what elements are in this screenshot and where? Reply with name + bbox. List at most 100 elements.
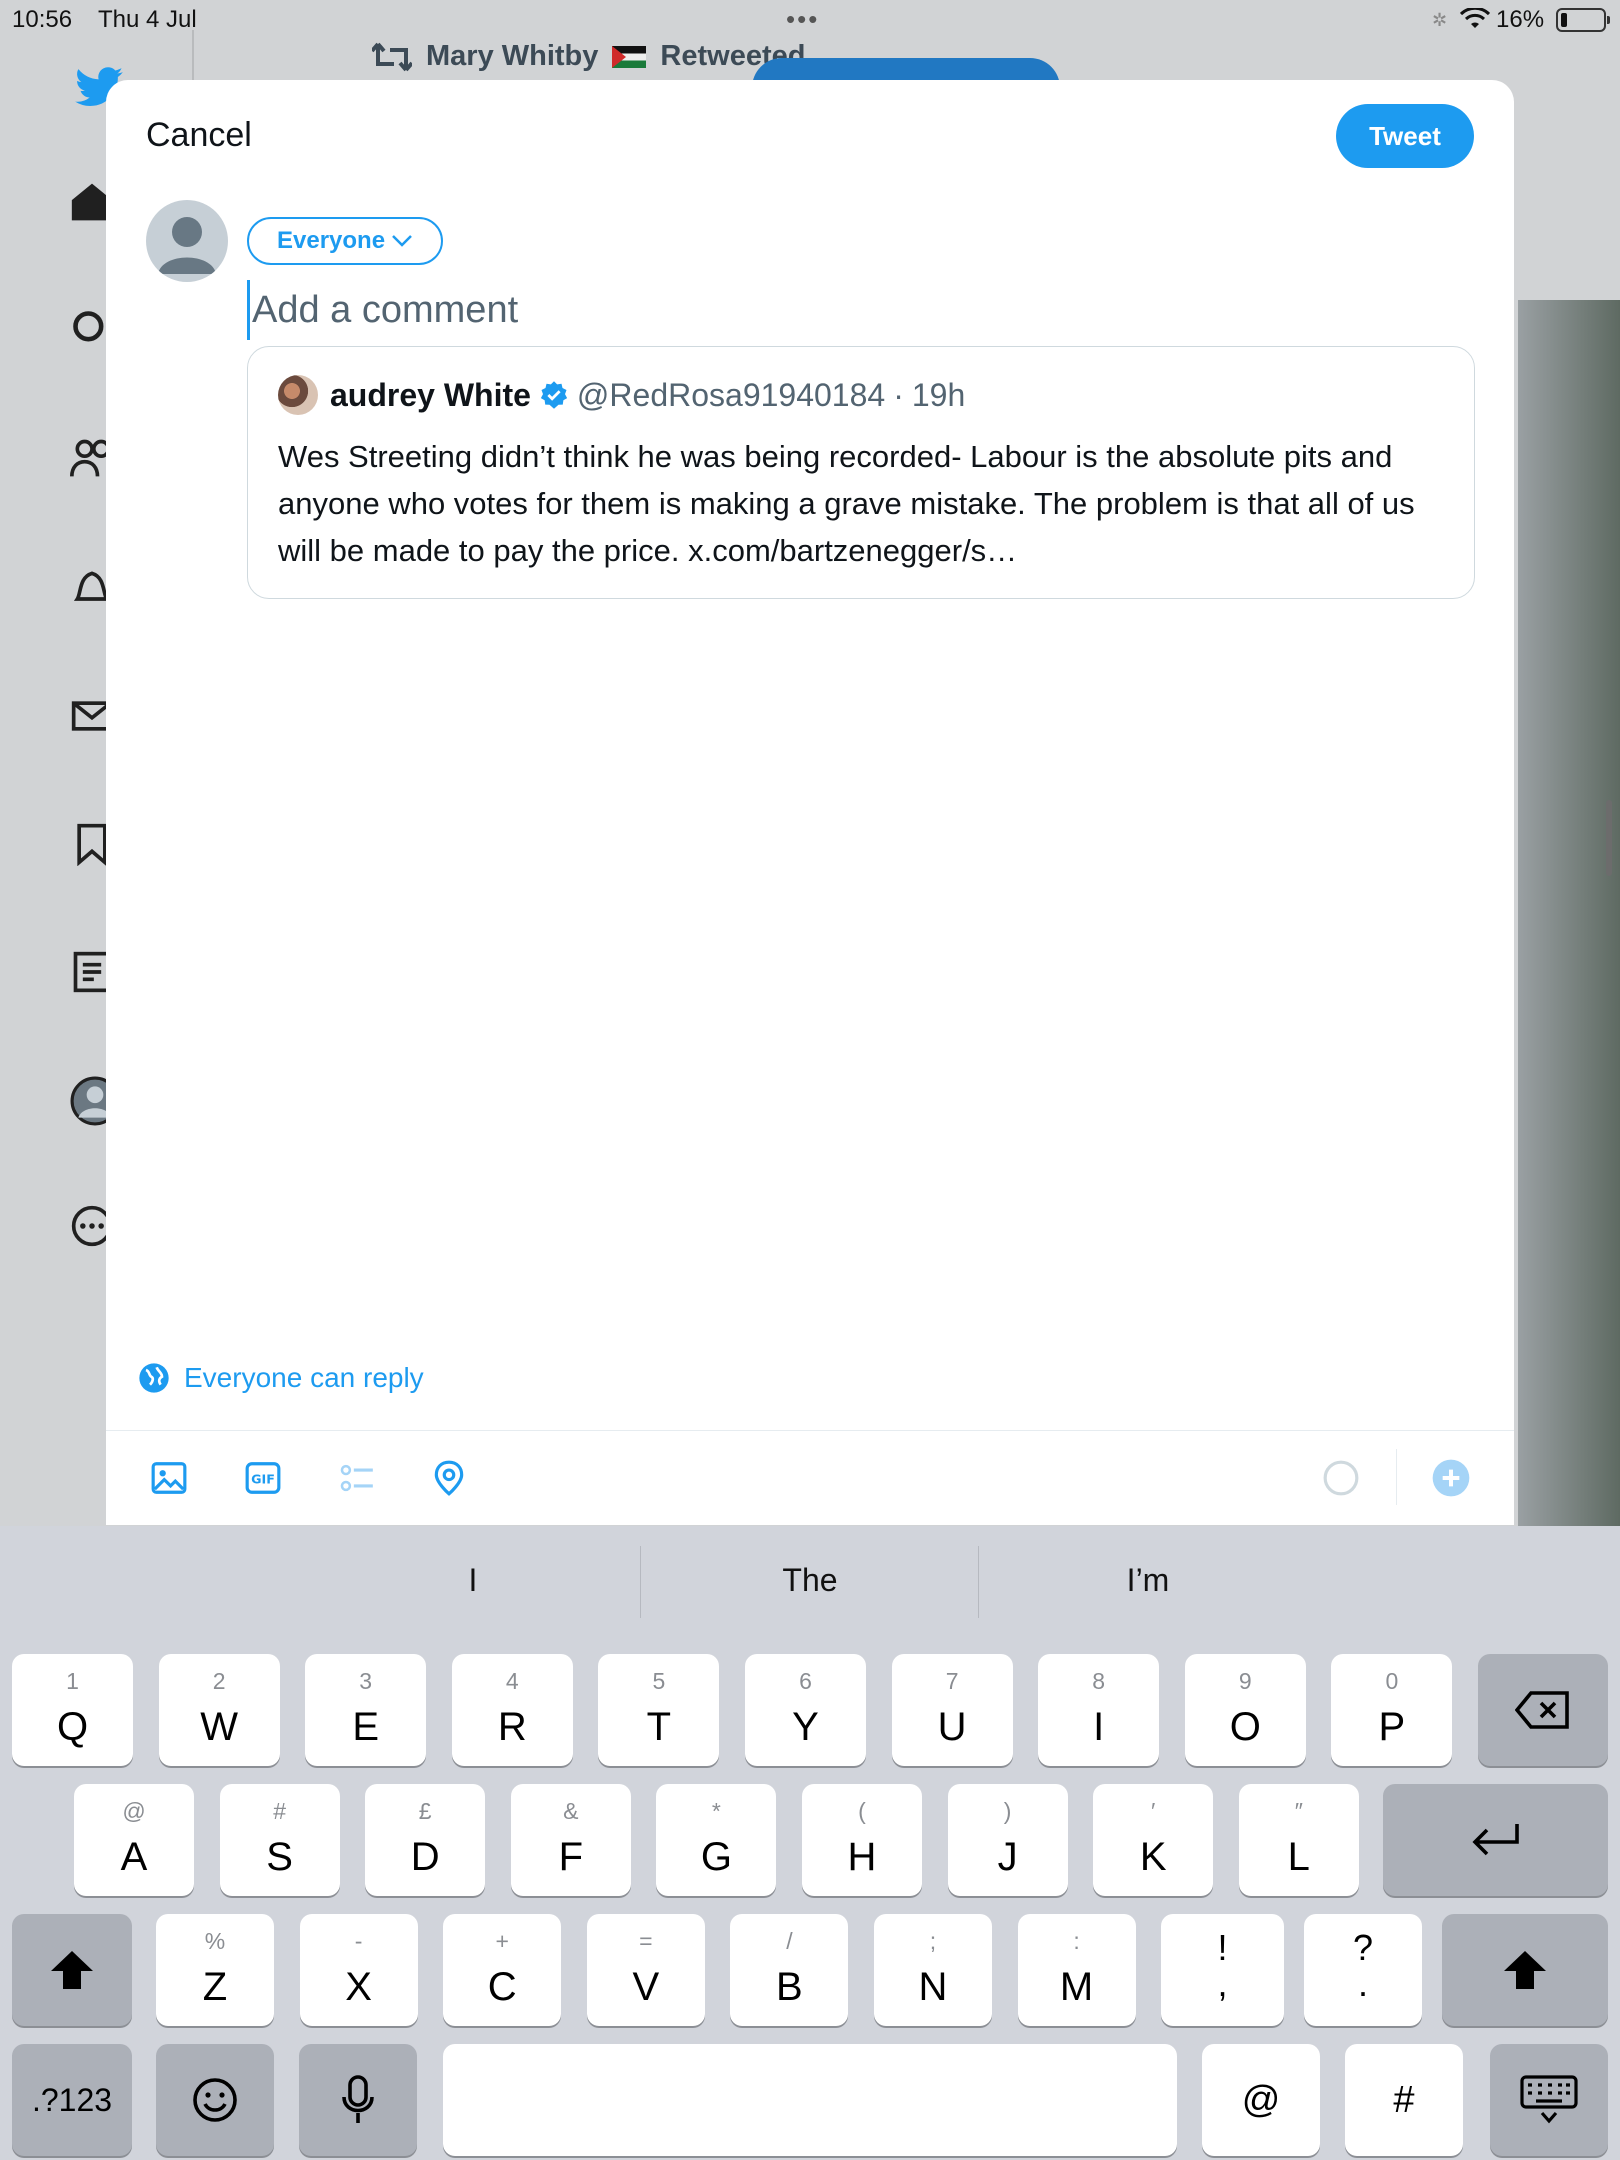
- key-y[interactable]: 6Y: [745, 1654, 866, 1766]
- comment-input[interactable]: [247, 280, 1467, 340]
- background-media-strip: [1518, 300, 1620, 1530]
- shift-left-key[interactable]: [12, 1914, 132, 2026]
- key-alt-char: 3: [359, 1668, 373, 1694]
- key-char: S: [266, 1835, 293, 1879]
- key-j[interactable]: ) J: [947, 1784, 1068, 1896]
- reply-setting-button[interactable]: Everyone can reply: [138, 1362, 424, 1394]
- key-d[interactable]: £ D: [365, 1784, 486, 1896]
- key-alt-char: 2: [212, 1668, 226, 1694]
- key-t[interactable]: 5T: [598, 1654, 720, 1766]
- wifi-icon: [1460, 8, 1490, 28]
- suggestion-1[interactable]: I: [323, 1562, 623, 1599]
- key-p[interactable]: 0P: [1331, 1654, 1453, 1766]
- dictation-key[interactable]: [299, 2044, 417, 2156]
- key-char: J: [997, 1835, 1018, 1879]
- space-bar[interactable]: [443, 2044, 1177, 2156]
- key-char: Y: [792, 1705, 819, 1749]
- hash-key[interactable]: #: [1345, 2044, 1463, 2156]
- cancel-button[interactable]: Cancel: [146, 116, 252, 155]
- backspace-key[interactable]: [1478, 1654, 1608, 1766]
- globe-icon: [139, 1363, 169, 1393]
- key-o[interactable]: 9O: [1184, 1654, 1306, 1766]
- key-alt-char: (: [858, 1798, 866, 1824]
- dismiss-keyboard-key[interactable]: [1490, 2044, 1608, 2156]
- quoted-tweet-age: 19h: [911, 376, 966, 413]
- multitasking-dots-icon[interactable]: •••: [786, 4, 819, 35]
- predictive-suggestions: I The I’m: [0, 1526, 1620, 1642]
- key-i[interactable]: 8I: [1038, 1654, 1160, 1766]
- key-char: E: [352, 1705, 380, 1749]
- user-avatar: [146, 200, 228, 282]
- key-char: R: [497, 1705, 527, 1749]
- battery-icon: [1556, 8, 1610, 32]
- key-char: K: [1139, 1835, 1167, 1879]
- key-char: Z: [202, 1965, 228, 2009]
- add-thread-icon[interactable]: [1428, 1455, 1474, 1501]
- at-key[interactable]: @: [1202, 2044, 1320, 2156]
- key-alt-char: £: [418, 1798, 432, 1824]
- suggestion-2[interactable]: The: [660, 1562, 960, 1599]
- key-alt-char: =: [639, 1928, 653, 1954]
- numbers-key-label: .?123: [31, 2081, 113, 2118]
- return-key[interactable]: [1383, 1784, 1608, 1896]
- key-alt-char: +: [495, 1928, 509, 1954]
- tweet-button[interactable]: Tweet: [1336, 104, 1474, 168]
- at-key-label: @: [1241, 2078, 1281, 2121]
- exclamation-comma-key[interactable]: !,: [1161, 1914, 1284, 2026]
- reply-setting-label: Everyone can reply: [184, 1362, 424, 1393]
- quoted-tweet-card[interactable]: audrey White @RedRosa91940184 · 19h Wes …: [247, 346, 1475, 599]
- quoted-author-name: audrey White: [330, 376, 531, 413]
- key-e[interactable]: 3E: [305, 1654, 427, 1766]
- suggestion-3[interactable]: I’m: [998, 1562, 1298, 1599]
- image-icon[interactable]: [146, 1455, 192, 1501]
- key-alt-char: -: [354, 1928, 363, 1954]
- key-b[interactable]: / B: [730, 1914, 849, 2026]
- meta-separator: ·: [893, 376, 904, 413]
- key-g[interactable]: * G: [656, 1784, 777, 1896]
- key-char: M: [1059, 1965, 1094, 2009]
- question-period-key[interactable]: ?.: [1304, 1914, 1422, 2026]
- flag-icon: [612, 45, 647, 68]
- key-x[interactable]: -X: [299, 1914, 418, 2026]
- key-char: G: [700, 1835, 732, 1879]
- key-l[interactable]: ″ L: [1238, 1784, 1359, 1896]
- poll-icon[interactable]: [334, 1455, 380, 1501]
- character-count-ring-icon: [1318, 1455, 1364, 1501]
- key-r[interactable]: 4R: [451, 1654, 573, 1766]
- location-icon[interactable]: [426, 1455, 472, 1501]
- status-time: 10:56: [12, 6, 73, 33]
- key-h[interactable]: (H: [802, 1784, 922, 1896]
- emoji-key[interactable]: [156, 2044, 274, 2156]
- key-s[interactable]: # S: [219, 1784, 340, 1896]
- key-alt-char: ;: [929, 1928, 937, 1954]
- key-char: B: [776, 1965, 803, 2009]
- key-alt-char: %: [204, 1928, 226, 1954]
- key-f[interactable]: & F: [510, 1784, 631, 1896]
- key-n[interactable]: ; N: [874, 1914, 992, 2026]
- key-u[interactable]: 7U: [891, 1654, 1013, 1766]
- key-c[interactable]: + C: [443, 1914, 562, 2026]
- key-char: A: [120, 1835, 148, 1879]
- gif-icon[interactable]: GIF: [240, 1455, 286, 1501]
- key-q[interactable]: 1Q: [12, 1654, 133, 1766]
- key-a[interactable]: @ A: [74, 1784, 194, 1896]
- retweeter-name: Mary Whitby: [426, 40, 599, 72]
- chevron-down-icon: [392, 235, 412, 247]
- key-alt-char: @: [122, 1798, 146, 1824]
- key-char: W: [200, 1705, 238, 1749]
- key-z[interactable]: % Z: [156, 1914, 274, 2026]
- audience-selector[interactable]: Everyone: [247, 217, 444, 265]
- quoted-author-handle: @RedRosa91940184: [576, 376, 886, 413]
- key-m[interactable]: :M: [1017, 1914, 1136, 2026]
- shift-right-key[interactable]: [1442, 1914, 1608, 2026]
- key-w[interactable]: 2W: [158, 1654, 280, 1766]
- emoji-icon: [193, 2078, 237, 2122]
- key-char: V: [632, 1965, 660, 2009]
- key-top-char: !: [1217, 1927, 1228, 1968]
- key-char: P: [1378, 1705, 1406, 1749]
- key-char: U: [937, 1705, 967, 1749]
- key-v[interactable]: = V: [586, 1914, 705, 2026]
- key-k[interactable]: ′ K: [1093, 1784, 1214, 1896]
- scrollbar[interactable]: [1606, 800, 1612, 876]
- numbers-key[interactable]: .?123: [12, 2044, 132, 2156]
